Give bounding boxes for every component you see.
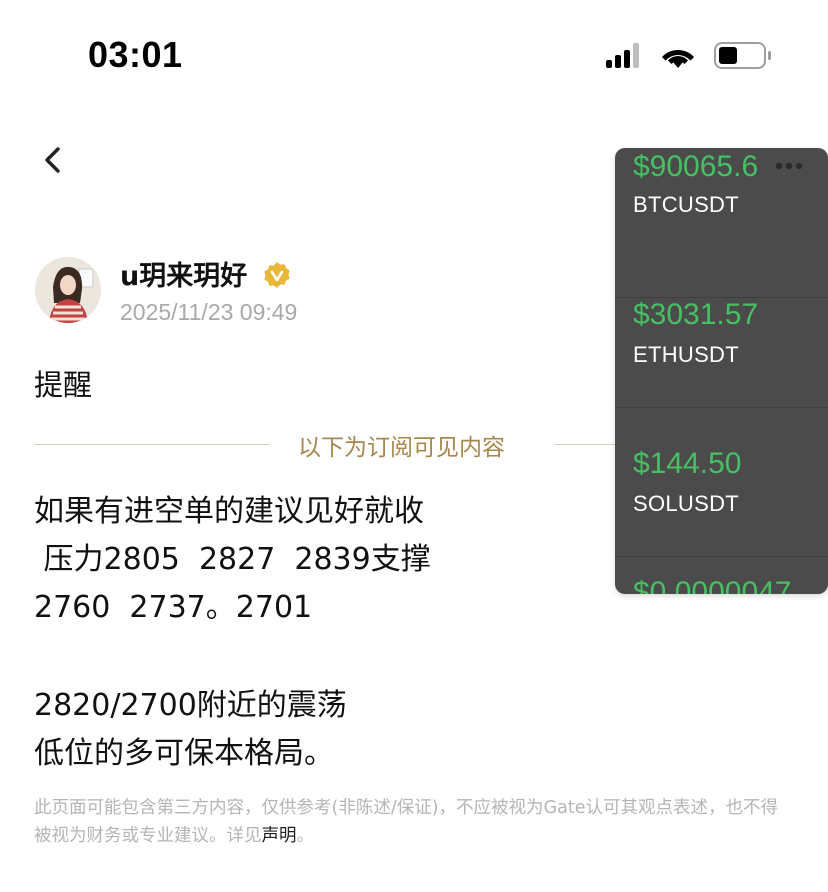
disclaimer-link[interactable]: 声明 xyxy=(262,826,297,846)
signal-icon xyxy=(606,43,639,68)
author-name[interactable]: u玥来玥好 xyxy=(120,254,247,293)
disclaimer-text: 此页面可能包含第三方内容，仅供参考(非陈述/保证)，不应被视为Gate认可其观点… xyxy=(34,798,778,846)
battery-icon xyxy=(714,42,771,69)
post-body-line: 低位的多可保本格局。 xyxy=(34,736,334,771)
ticker-item-sol[interactable]: $144.50 SOLUSDT xyxy=(615,407,828,557)
ticker-price: $90065.6 xyxy=(633,150,759,183)
disclaimer: 此页面可能包含第三方内容，仅供参考(非陈述/保证)，不应被视为Gate认可其观点… xyxy=(34,794,794,850)
status-icons xyxy=(604,40,774,70)
ticker-price: $0.0000047 xyxy=(633,576,792,594)
ticker-price: $3031.57 xyxy=(633,298,759,331)
post-body-line: 2760 2737。2701 xyxy=(34,590,313,625)
divider-line-left xyxy=(34,444,270,445)
subscriber-divider-label: 以下为订阅可见内容 xyxy=(298,435,505,461)
ticker-panel[interactable]: $90065.6 BTCUSDT $3031.57 ETHUSDT $144.5… xyxy=(615,148,828,594)
ticker-symbol: ETHUSDT xyxy=(633,342,739,367)
ticker-item-eth[interactable]: $3031.57 ETHUSDT xyxy=(615,258,828,408)
divider-line-right xyxy=(555,444,615,445)
disclaimer-end: 。 xyxy=(296,826,315,846)
post-title: 提醒 xyxy=(34,368,93,402)
verified-badge-icon xyxy=(263,261,291,289)
ticker-price: $144.50 xyxy=(633,447,742,480)
chevron-left-icon xyxy=(45,147,60,173)
ticker-symbol: BTCUSDT xyxy=(633,192,739,217)
back-button[interactable] xyxy=(36,140,76,180)
post-body-line: 如果有进空单的建议见好就收 xyxy=(34,494,424,529)
avatar[interactable] xyxy=(35,257,101,323)
ticker-item-partial[interactable]: $0.0000047 xyxy=(615,556,828,594)
post-timestamp: 2025/11/23 09:49 xyxy=(120,299,298,325)
ticker-symbol: SOLUSDT xyxy=(633,491,740,516)
post-body-line: 2820/2700附近的震荡 xyxy=(34,688,347,723)
more-dots-icon[interactable] xyxy=(775,156,803,170)
status-time: 03:01 xyxy=(88,34,183,75)
post-body-line: 压力2805 2827 2839支撑 xyxy=(34,542,431,577)
wifi-icon xyxy=(662,50,694,68)
